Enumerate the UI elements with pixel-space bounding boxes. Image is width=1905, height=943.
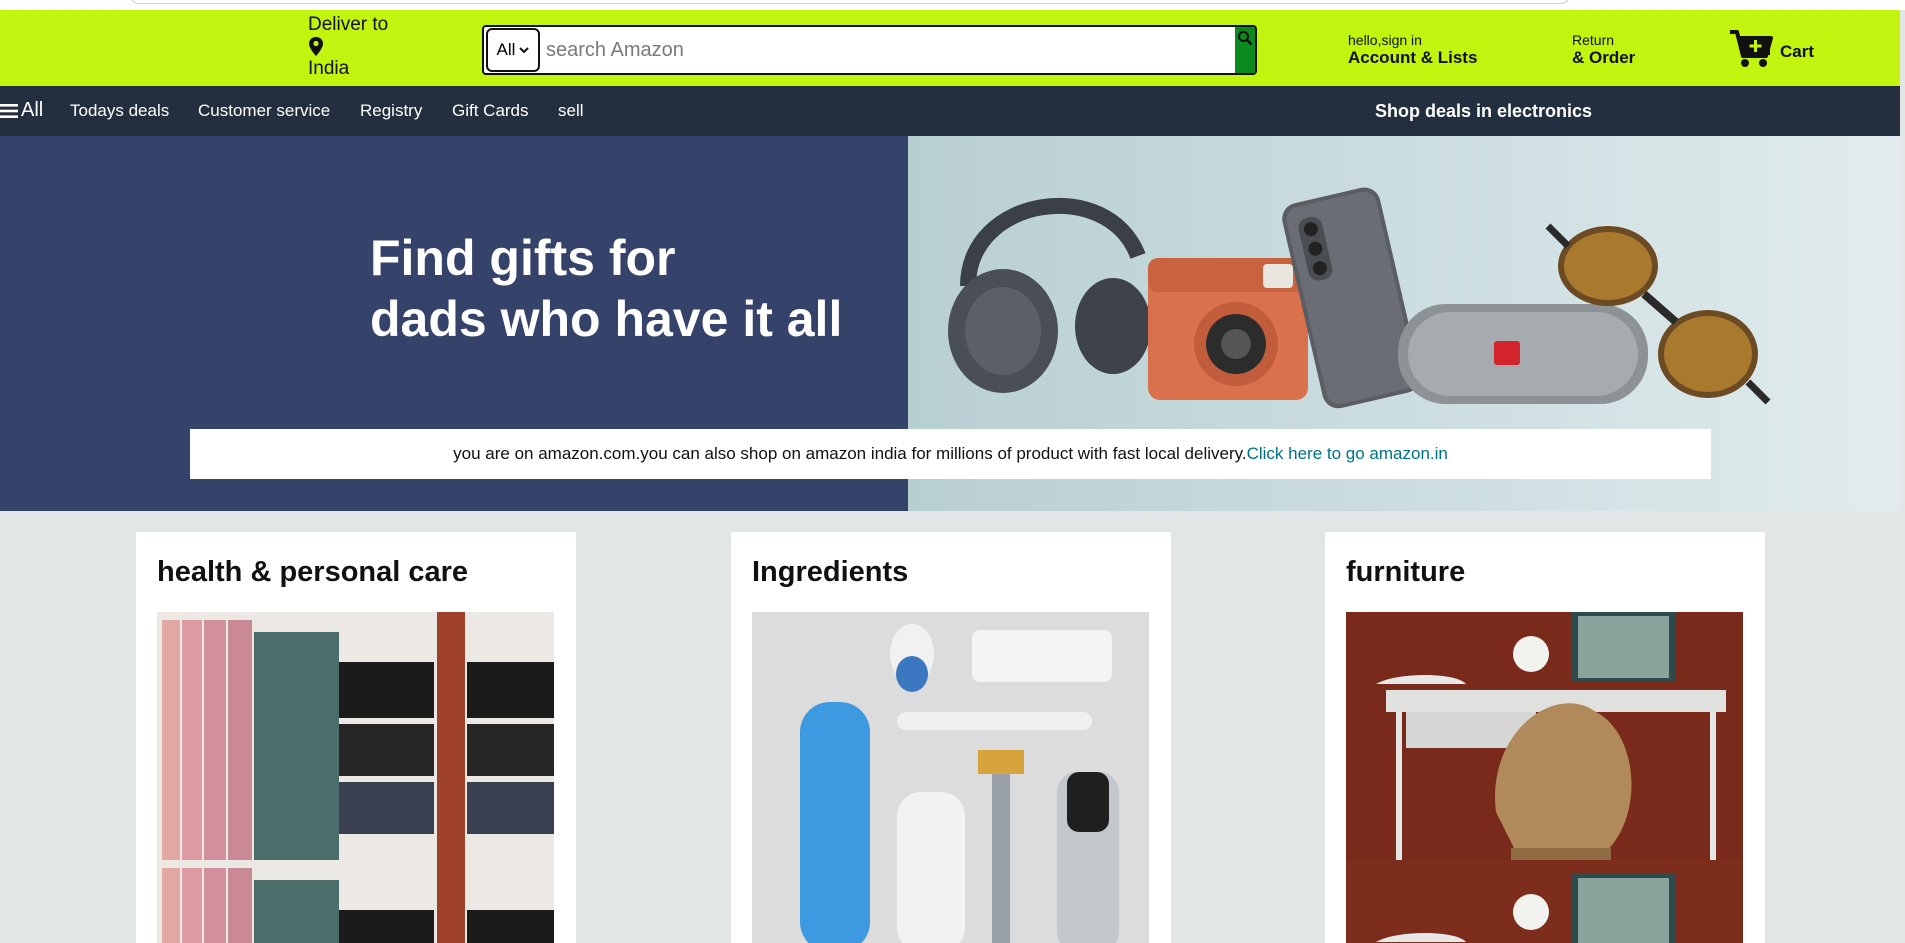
card-title: furniture — [1346, 556, 1466, 588]
go-to-amazon-in-link[interactable]: Click here to go amazon.in — [1247, 444, 1448, 464]
browser-top-strip — [0, 0, 1905, 10]
all-menu-label: All — [21, 99, 44, 121]
hero-title: Find gifts for dads who have it all — [370, 228, 842, 350]
deliver-to[interactable]: Deliver to India — [308, 14, 388, 80]
hanger-towels-image — [157, 612, 554, 943]
card-image[interactable] — [157, 612, 554, 943]
cart-button[interactable]: Cart — [1728, 28, 1814, 70]
cart-icon — [1730, 30, 1773, 67]
location-pin-icon — [309, 37, 323, 56]
nav-item-customer-service[interactable]: Customer service — [198, 101, 330, 121]
chevron-down-icon — [519, 47, 530, 54]
browser-address-bar — [130, 0, 1570, 4]
category-card-ingredients[interactable]: Ingredients — [731, 532, 1171, 943]
desk-chair-image — [1346, 612, 1743, 943]
nav-promo-link[interactable]: Shop deals in electronics — [1375, 101, 1592, 122]
deliver-label: Deliver to — [308, 14, 389, 35]
account-and-lists[interactable]: hello,sign in Account & Lists — [1348, 32, 1477, 68]
account-greeting: hello,sign in — [1348, 32, 1422, 48]
nav-item-todays-deals[interactable]: Todays deals — [70, 101, 169, 121]
category-card-furniture[interactable]: furniture — [1325, 532, 1765, 943]
locale-notice: you are on amazon.com.you can also shop … — [190, 429, 1711, 479]
search-bar: All — [482, 25, 1257, 75]
toiletries-image — [752, 612, 1149, 943]
card-title: health & personal care — [157, 556, 469, 588]
card-image[interactable] — [752, 612, 1149, 943]
hamburger-icon — [0, 103, 18, 118]
nav-item-gift-cards[interactable]: Gift Cards — [452, 101, 529, 121]
returns-label: Return — [1572, 32, 1615, 48]
category-card-health[interactable]: health & personal care — [136, 532, 576, 943]
card-image[interactable] — [1346, 612, 1743, 943]
card-title: Ingredients — [752, 556, 909, 588]
search-input[interactable] — [542, 29, 1202, 71]
orders-label: & Order — [1572, 48, 1636, 67]
hero-banner[interactable]: Find gifts for dads who have it all you … — [0, 136, 1900, 511]
cart-label: Cart — [1780, 42, 1815, 61]
search-category-value: All — [496, 40, 516, 59]
hero-title-line-2: dads who have it all — [370, 291, 843, 347]
all-menu-button[interactable]: All — [0, 99, 43, 122]
account-label: Account & Lists — [1348, 48, 1478, 67]
search-button[interactable] — [1235, 27, 1255, 73]
locale-notice-text: you are on amazon.com.you can also shop … — [453, 444, 1247, 463]
search-category-select[interactable]: All — [486, 28, 540, 72]
header: Deliver to India All hello,sign in Accou… — [0, 10, 1900, 86]
nav-item-registry[interactable]: Registry — [360, 101, 422, 121]
hero-title-line-1: Find gifts for — [370, 230, 676, 286]
deliver-location: India — [308, 58, 350, 79]
nav-bar: All Todays deals Customer service Regist… — [0, 86, 1900, 136]
returns-and-orders[interactable]: Return & Order — [1572, 32, 1635, 68]
nav-item-sell[interactable]: sell — [558, 101, 584, 121]
search-icon — [1238, 31, 1253, 46]
